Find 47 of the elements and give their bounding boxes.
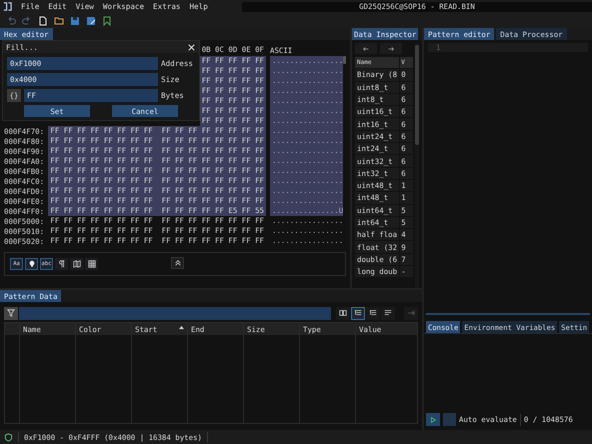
shield-icon (4, 432, 13, 442)
filter-field[interactable] (19, 306, 331, 320)
scrollbar[interactable] (343, 56, 346, 64)
forward-button[interactable] (380, 43, 402, 54)
app-logo-icon (3, 2, 12, 11)
folder-icon (54, 16, 64, 26)
run-button[interactable] (426, 413, 440, 426)
map-icon (72, 260, 80, 268)
grid-icon (88, 260, 96, 268)
undo-icon (6, 16, 16, 26)
jump-button[interactable] (404, 306, 418, 320)
filter-icon[interactable] (4, 306, 18, 320)
bulb-toggle[interactable] (25, 258, 38, 270)
book-icon (339, 309, 347, 317)
filter-funnel-icon (7, 309, 15, 317)
close-icon (187, 42, 196, 52)
open-folder-button[interactable] (54, 16, 64, 26)
arrow-right-icon (387, 44, 395, 52)
scrollbar[interactable] (415, 45, 419, 145)
save-button[interactable] (70, 16, 80, 26)
save-as-button[interactable] (86, 16, 96, 26)
tree-view-button[interactable] (351, 306, 365, 320)
arrow-to-line-icon (407, 309, 415, 317)
tree-view-button[interactable] (366, 306, 380, 320)
tree-list-icon (369, 309, 377, 317)
light-bulb-icon (28, 260, 36, 268)
arrow-left-icon (362, 44, 370, 52)
back-button[interactable] (355, 43, 377, 54)
bookmark-icon (102, 16, 112, 26)
floppy-pen-icon (86, 16, 96, 26)
pilcrow-icon (58, 260, 66, 268)
play-icon (429, 416, 437, 424)
tree-list-icon (354, 309, 362, 317)
list-icon (384, 309, 392, 317)
bookmark-button[interactable] (102, 16, 112, 26)
flat-view-button[interactable] (381, 306, 395, 320)
pilcrow-toggle[interactable] (55, 258, 68, 270)
new-file-button[interactable] (38, 16, 48, 26)
grid-toggle[interactable] (85, 258, 98, 270)
collapse-button[interactable] (171, 257, 184, 269)
double-chevron-icon (174, 259, 182, 267)
checkbox[interactable] (443, 413, 456, 426)
close-button[interactable] (187, 42, 196, 52)
map-toggle[interactable] (70, 258, 83, 270)
redo-icon (22, 16, 32, 26)
file-icon (38, 16, 48, 26)
book-view-button[interactable] (336, 306, 350, 320)
